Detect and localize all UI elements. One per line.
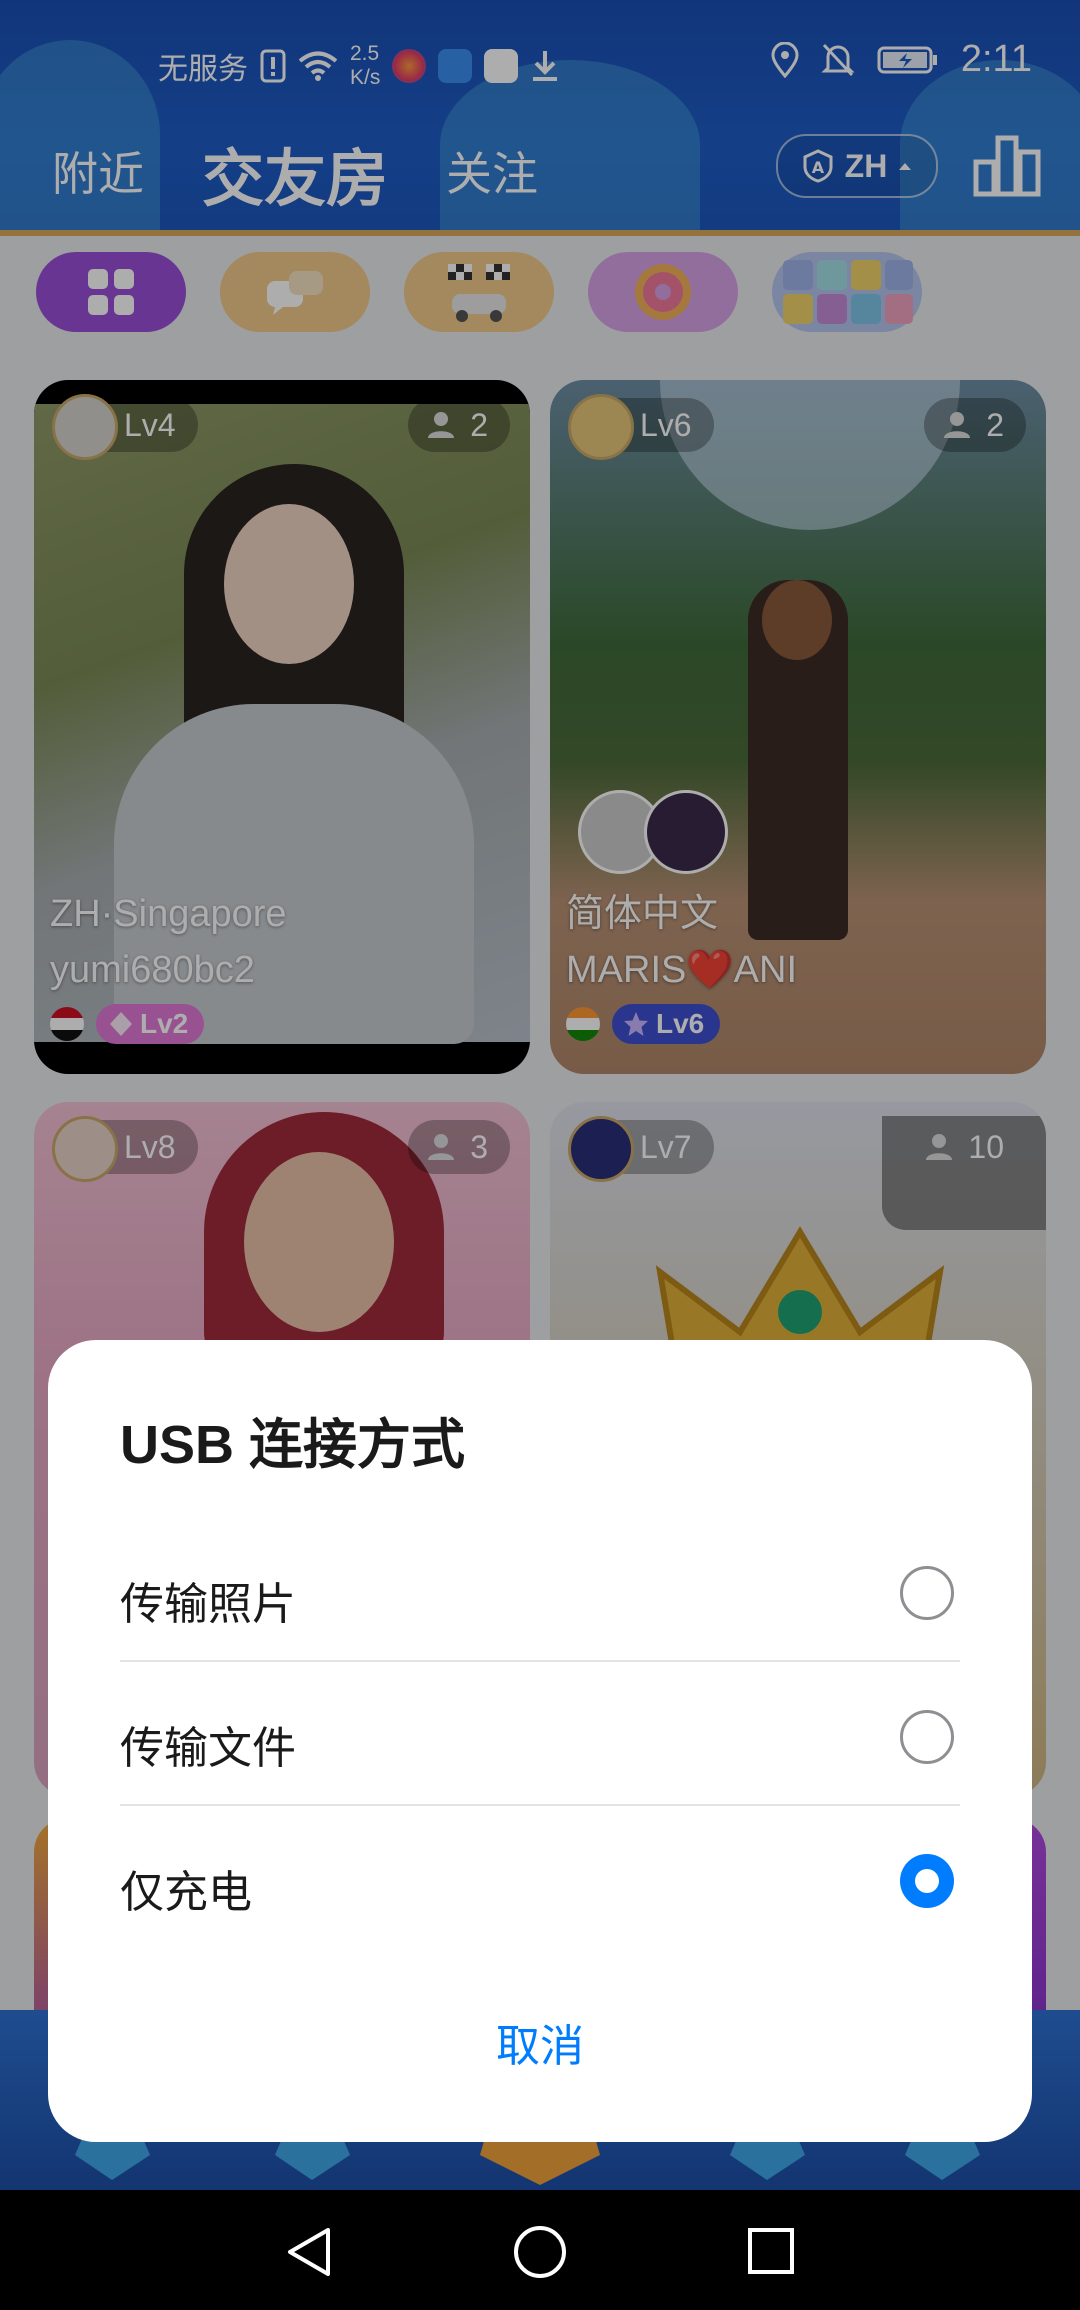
option-label: 传输文件 xyxy=(120,1724,296,1773)
usb-connection-dialog: USB 连接方式 传输照片 传输文件 仅充电 取消 xyxy=(48,1340,1032,2142)
back-icon[interactable] xyxy=(284,2226,334,2278)
cancel-button[interactable]: 取消 xyxy=(48,2010,1032,2090)
divider xyxy=(120,1804,960,1806)
radio-button-selected[interactable] xyxy=(900,1854,954,1908)
system-nav-bar xyxy=(0,2190,1080,2310)
option-transfer-files[interactable]: 传输文件 xyxy=(120,1666,960,1810)
option-label: 仅充电 xyxy=(120,1868,252,1917)
option-charge-only[interactable]: 仅充电 xyxy=(120,1810,960,1954)
option-transfer-photos[interactable]: 传输照片 xyxy=(120,1522,960,1666)
option-label: 传输照片 xyxy=(120,1580,296,1629)
radio-button[interactable] xyxy=(900,1710,954,1764)
radio-button[interactable] xyxy=(900,1566,954,1620)
recents-icon[interactable] xyxy=(746,2226,796,2276)
dialog-title: USB 连接方式 xyxy=(120,1415,466,1475)
home-icon[interactable] xyxy=(512,2224,568,2280)
divider xyxy=(120,1660,960,1662)
